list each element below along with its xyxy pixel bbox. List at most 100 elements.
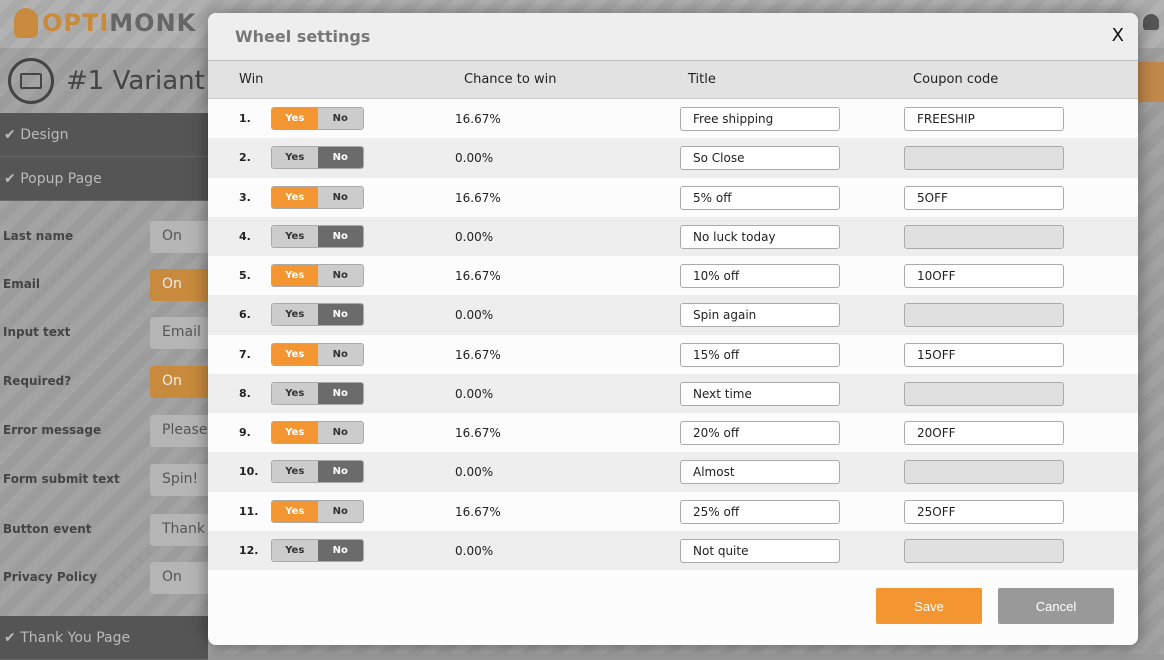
title-input[interactable]: Not quite [680, 538, 840, 563]
no-option[interactable]: No [317, 108, 363, 129]
coupon-input[interactable]: FREESHIP [904, 107, 1064, 131]
title-input[interactable]: Next time [680, 381, 840, 406]
chance-value: 16.67% [455, 504, 501, 519]
yes-option[interactable]: Yes [272, 265, 318, 286]
field-control[interactable]: Thank Yo [150, 514, 210, 546]
yes-option[interactable]: Yes [272, 422, 318, 443]
coupon-input[interactable] [904, 146, 1064, 171]
section-design[interactable]: ✔ Design [0, 113, 208, 157]
chance-value: 16.67% [455, 269, 501, 283]
field-control[interactable]: Email [150, 317, 210, 349]
row-number: 6. [239, 308, 251, 322]
chance-value: 0.00% [455, 465, 494, 480]
no-option[interactable]: No [317, 225, 363, 247]
coupon-input[interactable] [904, 538, 1064, 563]
yes-option[interactable]: Yes [272, 186, 318, 208]
chance-value: 16.67% [455, 347, 501, 362]
title-input[interactable]: 5% off [680, 185, 840, 210]
title-input[interactable]: 15% off [680, 342, 840, 367]
no-option[interactable]: No [317, 500, 363, 522]
win-toggle[interactable]: Yes No [271, 421, 364, 444]
table-row: 9. Yes No 16.67% 20% off 20OFF [208, 413, 1138, 452]
table-row: 1. Yes No 16.67% Free shipping FREESHIP [208, 99, 1138, 138]
monk-icon [14, 8, 38, 38]
coupon-input[interactable]: 10OFF [904, 264, 1064, 288]
coupon-input[interactable] [904, 224, 1064, 249]
field-control[interactable]: Please e [150, 415, 210, 447]
yes-option[interactable]: Yes [272, 500, 318, 522]
title-input[interactable]: Free shipping [680, 107, 840, 131]
cancel-button[interactable]: Cancel [998, 588, 1114, 624]
field-control[interactable]: On [150, 562, 210, 594]
win-toggle[interactable]: Yes No [271, 146, 364, 170]
win-toggle[interactable]: Yes No [271, 224, 364, 248]
field-label: Email [3, 277, 41, 291]
win-toggle[interactable]: Yes No [271, 303, 364, 327]
no-option[interactable]: No [317, 461, 363, 483]
no-option[interactable]: No [317, 186, 363, 208]
title-input[interactable]: Spin again [680, 303, 840, 328]
field-control[interactable]: On [150, 366, 210, 398]
close-button[interactable]: X [1112, 25, 1124, 46]
field-control[interactable]: On [150, 221, 210, 253]
coupon-input[interactable]: 5OFF [904, 185, 1064, 210]
row-number: 9. [239, 426, 251, 439]
chance-value: 16.67% [455, 426, 501, 440]
yes-option[interactable]: Yes [272, 382, 318, 404]
yes-option[interactable]: Yes [272, 147, 318, 169]
yes-option[interactable]: Yes [272, 461, 318, 483]
chance-value: 16.67% [455, 190, 501, 205]
win-toggle[interactable]: Yes No [271, 107, 364, 130]
yes-option[interactable]: Yes [272, 225, 318, 247]
row-number: 10. [239, 465, 259, 479]
win-toggle[interactable]: Yes No [271, 538, 364, 562]
coupon-input[interactable]: 20OFF [904, 421, 1064, 445]
no-option[interactable]: No [317, 265, 363, 286]
orange-button-partial[interactable] [1138, 62, 1164, 102]
coupon-input[interactable]: 15OFF [904, 342, 1064, 367]
section-popup-page[interactable]: ✔ Popup Page [0, 157, 208, 201]
title-input[interactable]: So Close [680, 146, 840, 171]
variant-title: #1 Variant [66, 66, 205, 96]
no-option[interactable]: No [317, 382, 363, 404]
win-toggle[interactable]: Yes No [271, 381, 364, 405]
title-input[interactable]: Almost [680, 460, 840, 485]
coupon-input[interactable] [904, 381, 1064, 406]
yes-option[interactable]: Yes [272, 304, 318, 326]
win-toggle[interactable]: Yes No [271, 185, 364, 209]
win-toggle[interactable]: Yes No [271, 499, 364, 523]
row-number: 11. [239, 504, 259, 518]
win-toggle[interactable]: Yes No [271, 264, 364, 287]
no-option[interactable]: No [317, 343, 363, 365]
table-row: 12. Yes No 0.00% Not quite [208, 530, 1138, 570]
title-input[interactable]: 25% off [680, 499, 840, 524]
field-control[interactable]: Spin! [150, 464, 210, 496]
win-toggle[interactable]: Yes No [271, 342, 364, 366]
row-number: 12. [239, 543, 259, 557]
wheel-settings-modal: Wheel settings X Win Chance to win Title … [208, 13, 1138, 645]
row-number: 7. [239, 347, 251, 361]
yes-option[interactable]: Yes [272, 343, 318, 365]
yes-option[interactable]: Yes [272, 108, 318, 129]
column-header: Win Chance to win Title Coupon code [208, 61, 1138, 99]
user-icon[interactable] [1143, 14, 1159, 30]
field-control[interactable]: On [150, 269, 210, 301]
coupon-input[interactable]: 25OFF [904, 499, 1064, 524]
yes-option[interactable]: Yes [272, 539, 318, 561]
row-number: 3. [239, 190, 251, 204]
table-row: 8. Yes No 0.00% Next time [208, 373, 1138, 413]
section-thank-you-page[interactable]: ✔ Thank You Page [0, 616, 208, 660]
no-option[interactable]: No [317, 422, 363, 443]
win-toggle[interactable]: Yes No [271, 460, 364, 484]
coupon-input[interactable] [904, 460, 1064, 485]
table-row: 6. Yes No 0.00% Spin again [208, 295, 1138, 335]
table-row: 3. Yes No 16.67% 5% off 5OFF [208, 178, 1138, 217]
no-option[interactable]: No [317, 147, 363, 169]
no-option[interactable]: No [317, 539, 363, 561]
no-option[interactable]: No [317, 304, 363, 326]
title-input[interactable]: No luck today [680, 224, 840, 249]
title-input[interactable]: 10% off [680, 264, 840, 288]
save-button[interactable]: Save [876, 588, 982, 624]
title-input[interactable]: 20% off [680, 421, 840, 445]
coupon-input[interactable] [904, 303, 1064, 328]
